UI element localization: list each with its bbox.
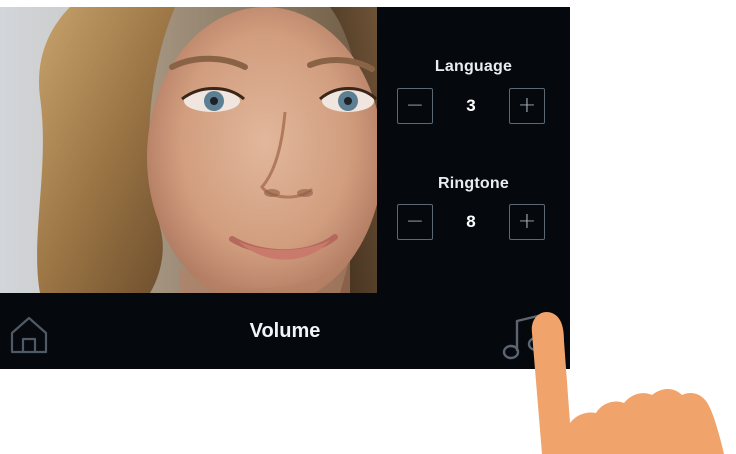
home-icon xyxy=(10,316,48,354)
home-button[interactable] xyxy=(8,313,50,355)
ringtone-increment-button[interactable]: + xyxy=(509,204,545,240)
hand-pointer-icon xyxy=(531,311,724,454)
visitor-face-image xyxy=(0,7,377,293)
screen-title: Volume xyxy=(249,320,321,342)
settings-panel: Language − 3 + Ringtone − 8 + xyxy=(377,7,570,293)
language-increment-button[interactable]: + xyxy=(509,88,545,124)
hand-pointer-overlay xyxy=(520,305,736,454)
language-decrement-button[interactable]: − xyxy=(397,88,433,124)
ringtone-stepper: − 8 + xyxy=(397,204,545,242)
bottom-navigation-bar: Volume xyxy=(0,293,570,369)
language-label: Language xyxy=(434,58,513,75)
ringtone-label: Ringtone xyxy=(438,175,509,192)
intercom-screen: Language − 3 + Ringtone − 8 + Volume xyxy=(0,7,570,369)
ringtone-value: 8 xyxy=(466,212,476,231)
ringtone-decrement-button[interactable]: − xyxy=(397,204,433,240)
language-stepper: − 3 + xyxy=(397,88,545,126)
language-value: 3 xyxy=(466,96,476,115)
screenshot-stage: Language − 3 + Ringtone − 8 + Volume xyxy=(0,0,736,454)
camera-video-feed xyxy=(0,7,377,293)
